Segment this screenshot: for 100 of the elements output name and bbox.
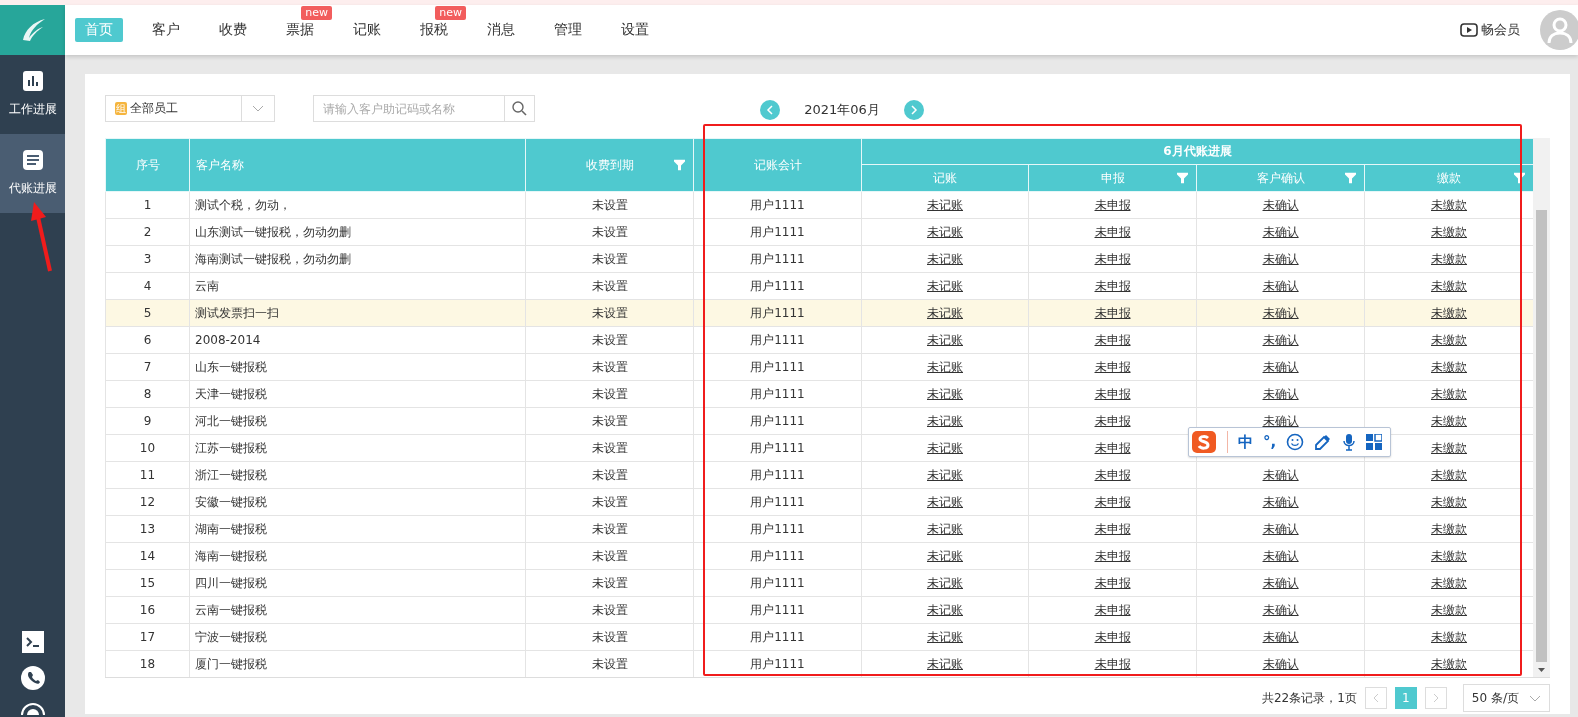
status-link[interactable]: 未申报 bbox=[1094, 656, 1131, 671]
status-link[interactable]: 未确认 bbox=[1262, 332, 1299, 347]
status-link[interactable]: 未确认 bbox=[1262, 224, 1299, 239]
status-link[interactable]: 未申报 bbox=[1094, 386, 1131, 401]
status-link[interactable]: 未确认 bbox=[1262, 656, 1299, 671]
status-link[interactable]: 未确认 bbox=[1262, 278, 1299, 293]
status-link[interactable]: 未记账 bbox=[927, 440, 963, 455]
status-link[interactable]: 未记账 bbox=[927, 197, 963, 212]
status-link[interactable]: 未缴款 bbox=[1431, 305, 1467, 320]
sidebar-item[interactable]: 代账进展 bbox=[0, 134, 65, 213]
page-size-select[interactable]: 50 条/页 bbox=[1462, 684, 1550, 712]
next-month-button[interactable] bbox=[904, 100, 924, 120]
search-field[interactable]: 请输入客户助记码或名称 bbox=[313, 95, 504, 122]
status-link[interactable]: 未确认 bbox=[1262, 413, 1299, 428]
staff-select[interactable]: 组 全部员工 bbox=[105, 95, 275, 122]
status-link[interactable]: 未缴款 bbox=[1431, 251, 1467, 266]
microphone-icon[interactable] bbox=[1342, 433, 1357, 451]
status-link[interactable]: 未记账 bbox=[927, 413, 963, 428]
status-link[interactable]: 未确认 bbox=[1262, 305, 1299, 320]
status-link[interactable]: 未缴款 bbox=[1431, 197, 1467, 212]
status-link[interactable]: 未申报 bbox=[1094, 251, 1131, 266]
status-link[interactable]: 未缴款 bbox=[1431, 467, 1467, 482]
filter-icon[interactable] bbox=[1177, 172, 1188, 184]
status-link[interactable]: 未记账 bbox=[927, 629, 963, 644]
status-link[interactable]: 未缴款 bbox=[1431, 332, 1467, 347]
status-link[interactable]: 未申报 bbox=[1094, 494, 1131, 509]
nav-tab[interactable]: 票据 bbox=[276, 18, 324, 42]
status-link[interactable]: 未缴款 bbox=[1431, 359, 1467, 374]
status-link[interactable]: 未申报 bbox=[1094, 440, 1131, 455]
status-link[interactable]: 未记账 bbox=[927, 467, 963, 482]
status-link[interactable]: 未确认 bbox=[1262, 629, 1299, 644]
nav-tab[interactable]: 客户 bbox=[142, 18, 190, 42]
status-link[interactable]: 未记账 bbox=[927, 602, 963, 617]
status-link[interactable]: 未缴款 bbox=[1431, 575, 1467, 590]
nav-tab[interactable]: 设置 bbox=[611, 18, 659, 42]
phone-icon[interactable] bbox=[20, 666, 45, 690]
status-link[interactable]: 未记账 bbox=[927, 494, 963, 509]
filter-icon[interactable] bbox=[674, 159, 685, 171]
eraser-icon[interactable] bbox=[1314, 433, 1333, 451]
status-link[interactable]: 未确认 bbox=[1262, 386, 1299, 401]
status-link[interactable]: 未记账 bbox=[927, 278, 963, 293]
nav-tab[interactable]: 报税 bbox=[410, 18, 458, 42]
status-link[interactable]: 未记账 bbox=[927, 332, 963, 347]
status-link[interactable]: 未记账 bbox=[927, 656, 963, 671]
sidebar-item[interactable]: 工作进展 bbox=[0, 55, 65, 134]
status-link[interactable]: 未申报 bbox=[1094, 224, 1131, 239]
status-link[interactable]: 未缴款 bbox=[1431, 521, 1467, 536]
status-link[interactable]: 未申报 bbox=[1094, 602, 1131, 617]
status-link[interactable]: 未缴款 bbox=[1431, 278, 1467, 293]
nav-tab[interactable]: 管理 bbox=[544, 18, 592, 42]
status-link[interactable]: 未申报 bbox=[1094, 548, 1131, 563]
help-icon[interactable] bbox=[20, 703, 45, 715]
status-link[interactable]: 未记账 bbox=[927, 305, 963, 320]
status-link[interactable]: 未缴款 bbox=[1431, 440, 1467, 455]
status-link[interactable]: 未申报 bbox=[1094, 359, 1131, 374]
status-link[interactable]: 未缴款 bbox=[1431, 494, 1467, 509]
status-link[interactable]: 未确认 bbox=[1262, 548, 1299, 563]
ime-logo-icon[interactable] bbox=[1191, 430, 1217, 454]
status-link[interactable]: 未确认 bbox=[1262, 494, 1299, 509]
status-link[interactable]: 未申报 bbox=[1094, 629, 1131, 644]
search-button[interactable] bbox=[504, 95, 535, 122]
status-link[interactable]: 未申报 bbox=[1094, 305, 1131, 320]
ime-mode-toggle[interactable]: 中 bbox=[1238, 432, 1253, 452]
status-link[interactable]: 未申报 bbox=[1094, 332, 1131, 347]
status-link[interactable]: 未确认 bbox=[1262, 251, 1299, 266]
status-link[interactable]: 未缴款 bbox=[1431, 386, 1467, 401]
status-link[interactable]: 未缴款 bbox=[1431, 656, 1467, 671]
status-link[interactable]: 未记账 bbox=[927, 521, 963, 536]
status-link[interactable]: 未申报 bbox=[1094, 575, 1131, 590]
nav-tab[interactable]: 消息 bbox=[477, 18, 525, 42]
status-link[interactable]: 未确认 bbox=[1262, 521, 1299, 536]
status-link[interactable]: 未记账 bbox=[927, 386, 963, 401]
nav-tab[interactable]: 记账 bbox=[343, 18, 391, 42]
status-link[interactable]: 未缴款 bbox=[1431, 602, 1467, 617]
status-link[interactable]: 未申报 bbox=[1094, 521, 1131, 536]
status-link[interactable]: 未记账 bbox=[927, 575, 963, 590]
status-link[interactable]: 未确认 bbox=[1262, 197, 1299, 212]
status-link[interactable]: 未缴款 bbox=[1431, 224, 1467, 239]
status-link[interactable]: 未确认 bbox=[1262, 575, 1299, 590]
status-link[interactable]: 未记账 bbox=[927, 359, 963, 374]
status-link[interactable]: 未确认 bbox=[1262, 602, 1299, 617]
status-link[interactable]: 未记账 bbox=[927, 251, 963, 266]
status-link[interactable]: 未缴款 bbox=[1431, 629, 1467, 644]
status-link[interactable]: 未申报 bbox=[1094, 278, 1131, 293]
status-link[interactable]: 未申报 bbox=[1094, 197, 1131, 212]
member-link[interactable]: 畅会员 bbox=[1460, 21, 1520, 39]
ime-mode-toggle[interactable]: °, bbox=[1263, 433, 1277, 451]
smiley-icon[interactable] bbox=[1286, 433, 1305, 451]
terminal-icon[interactable] bbox=[21, 631, 44, 653]
status-link[interactable]: 未记账 bbox=[927, 224, 963, 239]
grid-icon[interactable] bbox=[1366, 434, 1383, 450]
nav-tab[interactable]: 收费 bbox=[209, 18, 257, 42]
filter-icon[interactable] bbox=[1514, 172, 1526, 184]
previous-month-button[interactable] bbox=[760, 100, 780, 120]
status-link[interactable]: 未缴款 bbox=[1431, 548, 1467, 563]
status-link[interactable]: 未记账 bbox=[927, 548, 963, 563]
status-link[interactable]: 未申报 bbox=[1094, 413, 1131, 428]
status-link[interactable]: 未缴款 bbox=[1431, 413, 1467, 428]
filter-icon[interactable] bbox=[1345, 172, 1356, 184]
status-link[interactable]: 未申报 bbox=[1094, 467, 1131, 482]
